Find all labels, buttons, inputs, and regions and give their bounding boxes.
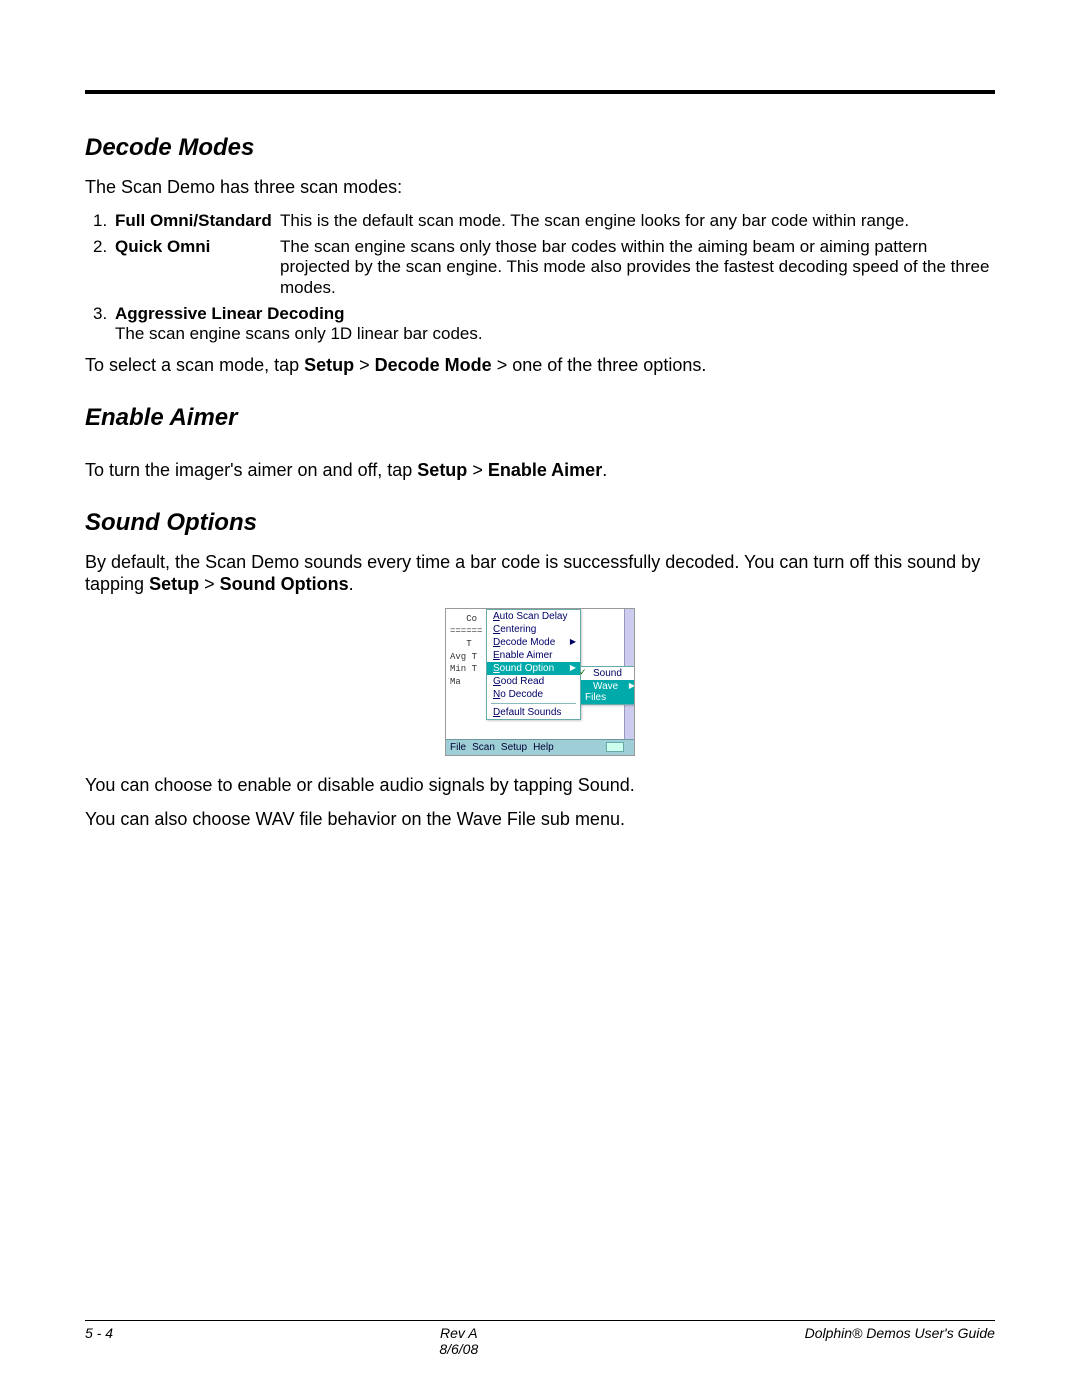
list-item: 1. Full Omni/Standard This is the defaul… bbox=[93, 211, 995, 231]
sound-p3: You can also choose WAV file behavior on… bbox=[85, 808, 995, 831]
list-item: 2. Quick Omni The scan engine scans only… bbox=[93, 237, 995, 298]
page: Decode Modes The Scan Demo has three sca… bbox=[0, 0, 1080, 1397]
sound-p2: You can choose to enable or disable audi… bbox=[85, 774, 995, 797]
menu-item[interactable]: Good Read bbox=[487, 675, 580, 688]
menubar-item[interactable]: Help bbox=[533, 742, 554, 753]
device-bg-text: Co====== TAvg TMin TMa bbox=[450, 613, 482, 689]
menubar-item[interactable]: File bbox=[450, 742, 466, 753]
list-item: 3. Aggressive Linear Decoding The scan e… bbox=[93, 304, 995, 345]
list-number: 2. bbox=[93, 237, 115, 257]
setup-dropdown: Auto Scan DelayCenteringDecode Mode▶Enab… bbox=[486, 609, 581, 720]
menu-item[interactable]: Default Sounds bbox=[487, 706, 580, 719]
menubar-item[interactable]: Scan bbox=[472, 742, 495, 753]
list-term: Aggressive Linear Decoding bbox=[115, 304, 483, 324]
list-term: Quick Omni bbox=[115, 237, 280, 257]
heading-decode-modes: Decode Modes bbox=[85, 134, 995, 162]
heading-enable-aimer: Enable Aimer bbox=[85, 404, 995, 432]
device-window: Co====== TAvg TMin TMa Auto Scan DelayCe… bbox=[445, 608, 635, 756]
top-rule bbox=[85, 90, 995, 94]
chevron-right-icon: ▶ bbox=[570, 637, 576, 646]
menubar-item[interactable]: Setup bbox=[501, 742, 527, 753]
list-number: 3. bbox=[93, 304, 115, 324]
footer-guide: Dolphin® Demos User's Guide bbox=[805, 1325, 995, 1357]
decode-instruction: To select a scan mode, tap Setup > Decod… bbox=[85, 355, 995, 376]
aimer-instruction: To turn the imager's aimer on and off, t… bbox=[85, 460, 995, 481]
menu-item[interactable]: No Decode bbox=[487, 688, 580, 701]
list-desc: This is the default scan mode. The scan … bbox=[280, 211, 995, 231]
chevron-right-icon: ▶ bbox=[629, 681, 635, 690]
list-desc: The scan engine scans only 1D linear bar… bbox=[115, 324, 483, 344]
footer-rev: Rev A8/6/08 bbox=[439, 1325, 478, 1357]
device-menubar: File Scan Setup Help bbox=[446, 739, 634, 755]
check-icon: ✓ bbox=[579, 667, 587, 678]
device-body: Co====== TAvg TMin TMa Auto Scan DelayCe… bbox=[446, 609, 624, 739]
menu-item[interactable]: Auto Scan Delay bbox=[487, 610, 580, 623]
menu-item[interactable]: Sound Option▶ bbox=[487, 662, 580, 675]
sound-submenu: ✓SoundWave Files▶ bbox=[580, 666, 635, 705]
decode-intro: The Scan Demo has three scan modes: bbox=[85, 176, 995, 199]
keyboard-icon[interactable] bbox=[606, 742, 624, 752]
chevron-right-icon: ▶ bbox=[570, 663, 576, 672]
heading-sound-options: Sound Options bbox=[85, 509, 995, 537]
list-number: 1. bbox=[93, 211, 115, 231]
menu-item[interactable]: Enable Aimer bbox=[487, 649, 580, 662]
sound-p1: By default, the Scan Demo sounds every t… bbox=[85, 551, 995, 596]
menu-item[interactable]: Centering bbox=[487, 623, 580, 636]
device-screenshot: Co====== TAvg TMin TMa Auto Scan DelayCe… bbox=[85, 608, 995, 756]
submenu-item[interactable]: ✓Sound bbox=[581, 667, 635, 680]
list-desc: The scan engine scans only those bar cod… bbox=[280, 237, 995, 298]
list-term: Full Omni/Standard bbox=[115, 211, 280, 231]
menu-item[interactable]: Decode Mode▶ bbox=[487, 636, 580, 649]
submenu-item[interactable]: Wave Files▶ bbox=[581, 680, 635, 704]
page-footer: 5 - 4 Rev A8/6/08 Dolphin® Demos User's … bbox=[85, 1320, 995, 1357]
footer-page: 5 - 4 bbox=[85, 1325, 113, 1357]
decode-list: 1. Full Omni/Standard This is the defaul… bbox=[93, 211, 995, 345]
menu-separator bbox=[491, 703, 576, 704]
